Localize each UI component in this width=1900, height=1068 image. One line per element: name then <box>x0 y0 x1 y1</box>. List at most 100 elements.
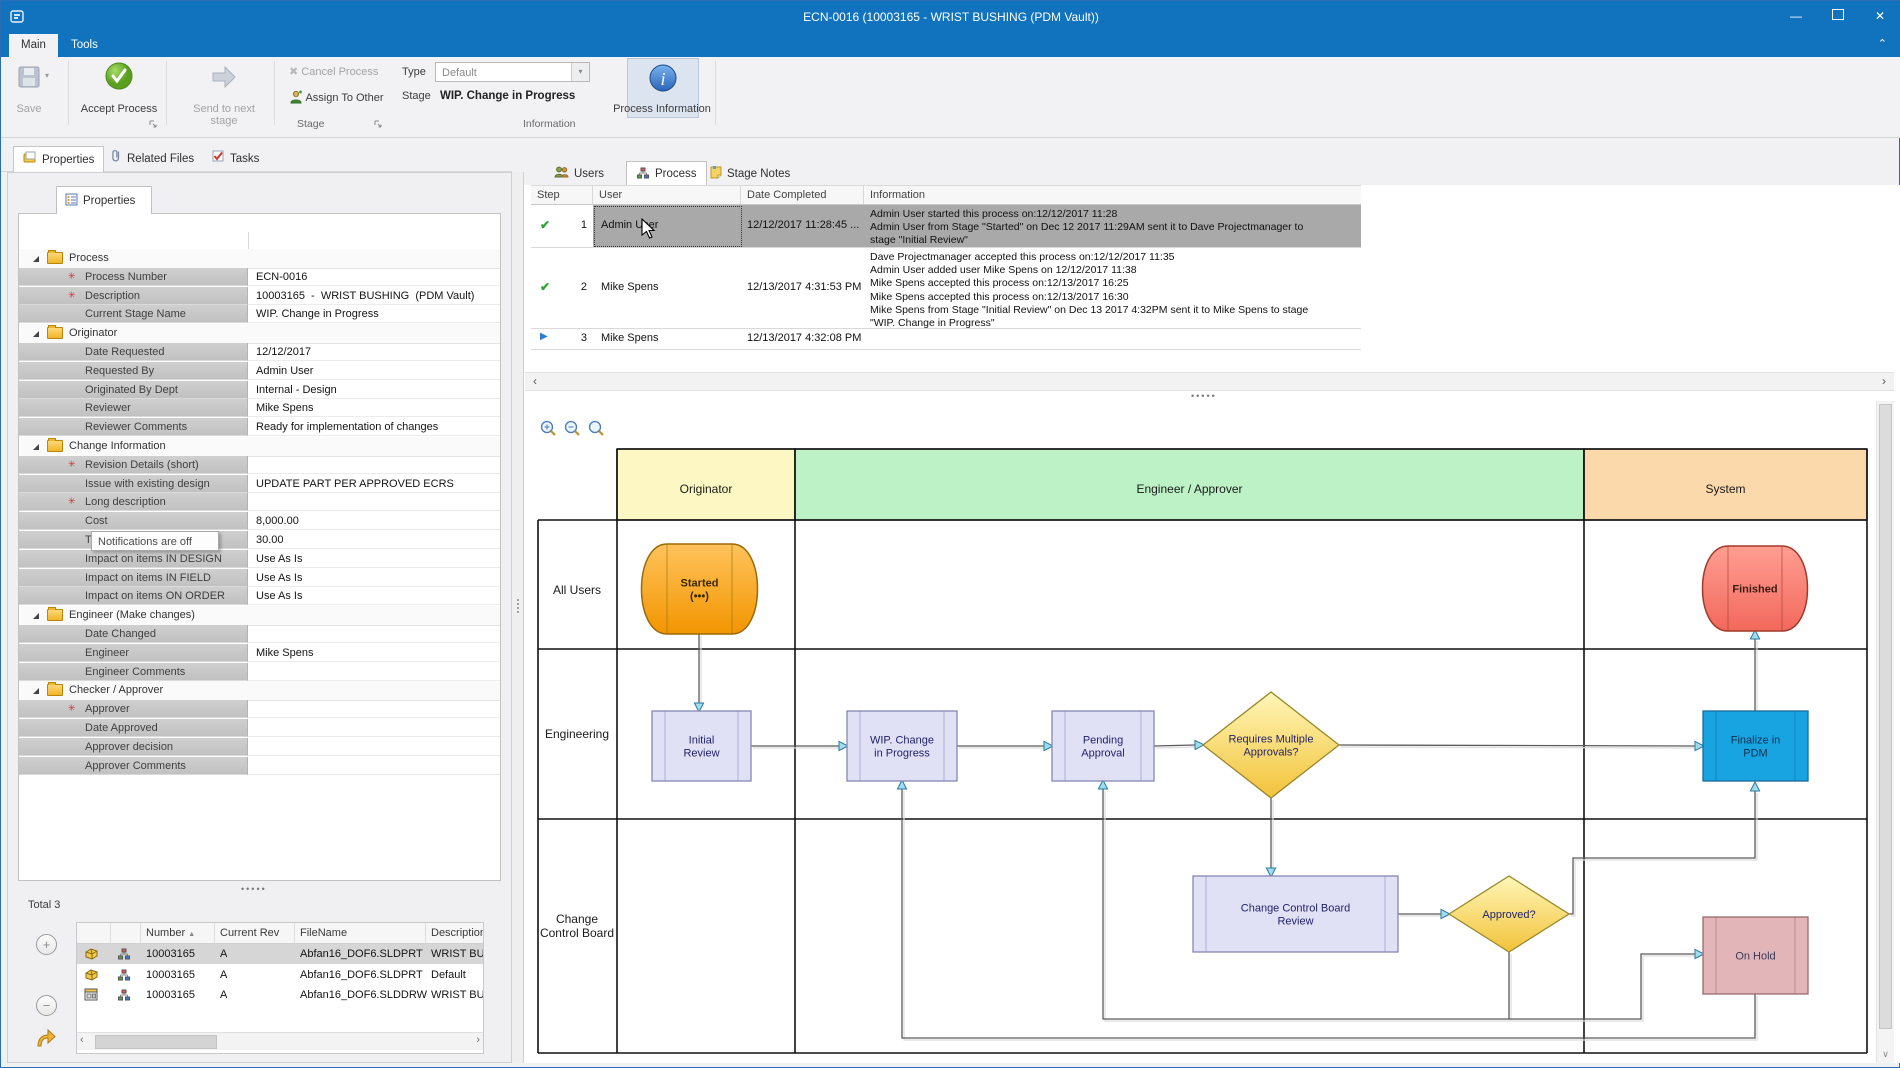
grid-row-field[interactable]: Date Approved <box>19 719 500 738</box>
node-on-hold[interactable]: On Hold <box>1703 917 1808 994</box>
change-state-icon[interactable] <box>34 1027 58 1054</box>
process-step-row[interactable]: ✔2Mike Spens12/13/2017 4:31:53 PMDave Pr… <box>531 248 1361 329</box>
field-label[interactable]: Reviewer <box>19 399 248 417</box>
zoom-in-icon[interactable] <box>539 419 559 439</box>
node-finalize-in-pdm[interactable]: Finalize inPDM <box>1703 711 1808 781</box>
tab-stage-notes[interactable]: Stage Notes <box>701 162 799 185</box>
panel-splitter[interactable] <box>512 172 524 1063</box>
col-user[interactable]: User <box>593 186 741 204</box>
field-value[interactable]: ECN-0016 <box>248 268 500 286</box>
save-dropdown-icon[interactable]: ▾ <box>45 71 49 80</box>
assign-to-other-button[interactable]: Assign To Other <box>289 90 384 107</box>
field-value[interactable]: 10003165 - WRIST BUSHING (PDM Vault) <box>248 287 500 305</box>
field-label[interactable]: Date Changed <box>19 625 248 643</box>
field-label[interactable]: Impact on items IN DESIGN <box>19 550 248 568</box>
col-step[interactable]: Step <box>531 186 593 204</box>
ribbon-tab-main[interactable]: Main <box>9 34 58 57</box>
field-value[interactable] <box>248 738 500 756</box>
close-button[interactable]: ✕ <box>1859 1 1900 31</box>
field-value[interactable] <box>248 493 500 511</box>
field-label[interactable]: Impact on items IN FIELD <box>19 569 248 587</box>
grid-row-field[interactable]: Requested ByAdmin User <box>19 362 500 381</box>
field-value[interactable]: 30.00 <box>248 531 500 549</box>
field-value[interactable]: Mike Spens <box>248 399 500 417</box>
grid-row-category[interactable]: Checker / Approver <box>19 681 500 701</box>
grid-row-field[interactable]: Approver decision <box>19 738 500 757</box>
field-value[interactable]: Ready for implementation of changes <box>248 418 500 436</box>
field-label[interactable]: Description <box>19 287 248 305</box>
file-col-icon1[interactable] <box>77 923 111 944</box>
grid-row-field[interactable]: ReviewerMike Spens <box>19 399 500 418</box>
node-finished[interactable]: Finished <box>1703 546 1808 631</box>
node-started[interactable]: Started(•••) <box>642 544 758 634</box>
grid-row-category[interactable]: Engineer (Make changes) <box>19 606 500 626</box>
grid-row-field[interactable]: Long description✳ <box>19 493 500 512</box>
col-date-completed[interactable]: Date Completed <box>741 186 864 204</box>
file-row[interactable]: 10003165AAbfan16_DOF6.SLDPRTWRIST BUS <box>77 944 483 964</box>
field-value[interactable] <box>248 719 500 737</box>
grid-header-value-col[interactable] <box>248 232 500 250</box>
grid-row-field[interactable]: Process Number✳ECN-0016 <box>19 268 500 287</box>
file-row[interactable]: 10003165AAbfan16_DOF6.SLDPRTDefault <box>77 965 483 985</box>
grid-row-field[interactable]: Current Stage NameWIP. Change in Progres… <box>19 305 500 324</box>
field-value[interactable] <box>248 456 500 474</box>
type-select[interactable]: Default ▾ <box>435 62 590 82</box>
add-file-button[interactable]: + <box>36 934 57 955</box>
step-user[interactable]: Mike Spens <box>601 281 658 293</box>
node-requires-multiple-approvals[interactable]: Requires MultipleApprovals? <box>1203 692 1339 798</box>
field-value[interactable] <box>248 663 500 681</box>
grid-row-field[interactable]: Approver✳ <box>19 700 500 719</box>
field-label[interactable]: Process Number <box>19 268 248 286</box>
grid-row-field[interactable]: Impact on items IN FIELDUse As Is <box>19 569 500 588</box>
field-value[interactable] <box>248 757 500 775</box>
field-value[interactable]: Use As Is <box>248 587 500 605</box>
field-label[interactable]: Revision Details (short) <box>19 456 248 474</box>
flowchart-vscrollbar[interactable]: ∨ <box>1876 401 1894 1063</box>
left-splitter-handle[interactable]: ••••• <box>241 884 267 894</box>
field-label[interactable]: Approver Comments <box>19 757 248 775</box>
grid-row-field[interactable]: EngineerMike Spens <box>19 644 500 663</box>
grid-row-category[interactable]: Process <box>19 249 500 269</box>
grid-row-field[interactable]: Cost8,000.00 <box>19 512 500 531</box>
field-value[interactable]: UPDATE PART PER APPROVED ECRS <box>248 475 500 493</box>
scroll-down-icon[interactable]: ∨ <box>1877 1046 1894 1063</box>
right-splitter-handle[interactable]: ••••• <box>1191 391 1217 401</box>
field-label[interactable]: Date Requested <box>19 343 248 361</box>
grid-row-field[interactable]: Date Changed <box>19 625 500 644</box>
scroll-left-icon[interactable]: ‹ <box>533 374 537 388</box>
field-value[interactable]: 8,000.00 <box>248 512 500 530</box>
field-value[interactable]: 12/12/2017 <box>248 343 500 361</box>
scroll-right-icon[interactable]: › <box>1882 374 1886 388</box>
grid-row-field[interactable]: Description✳10003165 - WRIST BUSHING (PD… <box>19 287 500 306</box>
field-label[interactable]: Reviewer Comments <box>19 418 248 436</box>
tab-process[interactable]: Process <box>626 161 707 186</box>
grid-row-field[interactable]: Revision Details (short)✳ <box>19 456 500 475</box>
field-label[interactable]: Current Stage Name <box>19 305 248 323</box>
process-step-row[interactable]: ▶3Mike Spens12/13/2017 4:32:08 PM <box>531 329 1361 350</box>
node-wip-change-in-progress[interactable]: WIP. Changein Progress <box>847 711 957 781</box>
field-label[interactable]: Cost <box>19 512 248 530</box>
file-col-description[interactable]: Description <box>426 923 483 944</box>
grid-row-field[interactable]: Engineer Comments <box>19 663 500 682</box>
col-information[interactable]: Information <box>864 186 1361 204</box>
field-value[interactable]: WIP. Change in Progress <box>248 305 500 323</box>
scroll-left-icon[interactable]: ‹ <box>80 1034 84 1046</box>
field-value[interactable]: Use As Is <box>248 569 500 587</box>
file-col-filename[interactable]: FileName <box>295 923 426 944</box>
node-initial-review[interactable]: InitialReview <box>652 711 751 781</box>
grid-row-field[interactable]: Impact on items ON ORDERUse As Is <box>19 587 500 606</box>
expand-icon[interactable] <box>33 688 39 694</box>
zoom-fit-icon[interactable] <box>587 419 607 439</box>
files-hscrollbar[interactable]: ‹ › <box>77 1032 483 1050</box>
field-value[interactable] <box>248 700 500 718</box>
grid-row-field[interactable]: Impact on items IN DESIGNUse As Is <box>19 550 500 569</box>
grid-row-field[interactable]: Originated By DeptInternal - Design <box>19 381 500 400</box>
grid-row-field[interactable]: Reviewer CommentsReady for implementatio… <box>19 418 500 437</box>
tab-tasks[interactable]: Tasks <box>203 146 268 172</box>
grid-row-field[interactable]: Date Requested12/12/2017 <box>19 343 500 362</box>
cancel-process-button[interactable]: ✖ Cancel Process <box>289 65 378 78</box>
field-value[interactable]: Mike Spens <box>248 644 500 662</box>
tab-related-files[interactable]: Related Files <box>101 146 203 172</box>
tab-properties[interactable]: Properties <box>13 146 104 173</box>
process-table-hscrollbar[interactable]: ‹ › <box>525 372 1894 391</box>
